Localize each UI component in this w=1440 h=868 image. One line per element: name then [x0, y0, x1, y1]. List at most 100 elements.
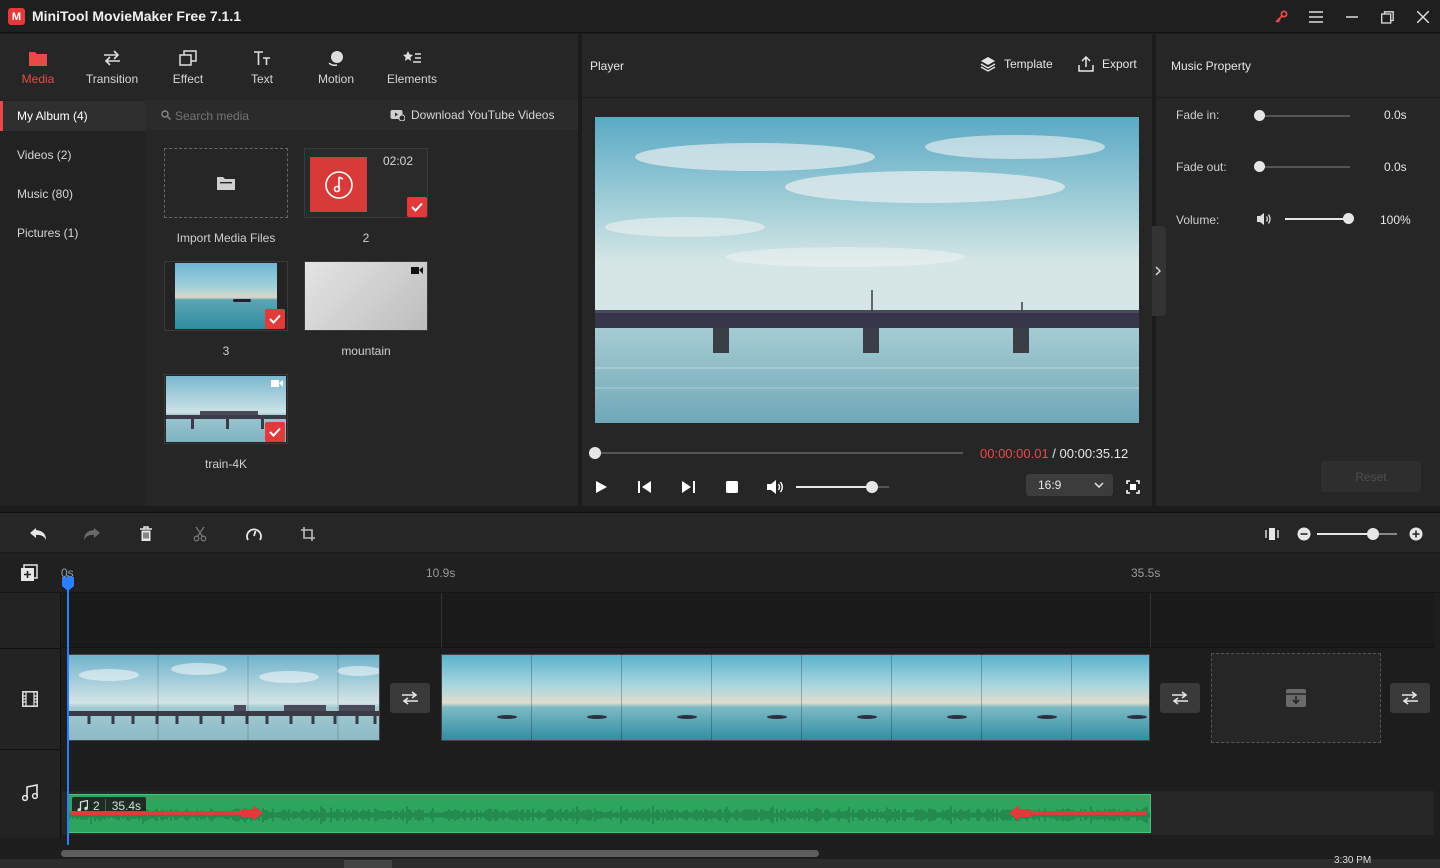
- media-item-name: train-4K: [204, 457, 248, 471]
- tab-text[interactable]: Text: [229, 46, 295, 96]
- aspect-ratio-select[interactable]: 16:9: [1026, 474, 1113, 496]
- fade-in-knob[interactable]: [1254, 110, 1265, 121]
- delete-button[interactable]: [134, 523, 158, 545]
- media-item-name: mountain: [341, 344, 391, 358]
- video-camera-icon: [411, 266, 423, 275]
- zoom-slider[interactable]: [1317, 533, 1397, 535]
- time-display: 00:00:00.01 / 00:00:35.12: [980, 446, 1129, 461]
- track-headers: [0, 593, 61, 838]
- close-icon[interactable]: [1412, 6, 1434, 28]
- previous-frame-button[interactable]: [633, 476, 657, 498]
- video-clip-image-3[interactable]: [441, 654, 1150, 741]
- media-item-music[interactable]: 02:02: [304, 148, 428, 218]
- fade-in-slider[interactable]: [1260, 115, 1350, 117]
- app-title: MiniTool MovieMaker Free 7.1.1: [32, 8, 242, 24]
- transition-slot-button[interactable]: [390, 683, 430, 713]
- current-time: 00:00:00.01: [980, 446, 1049, 461]
- tab-effect[interactable]: Effect: [155, 46, 221, 96]
- checkmark-icon[interactable]: [265, 422, 285, 442]
- video-preview[interactable]: [595, 117, 1139, 423]
- split-button[interactable]: [188, 523, 212, 545]
- taskbar-item[interactable]: [344, 860, 392, 868]
- music-property-panel: Music Property Fade in: 0.0s Fade out: 0…: [1152, 34, 1440, 506]
- property-volume-knob[interactable]: [1343, 213, 1354, 224]
- redo-button[interactable]: [80, 523, 104, 545]
- export-button[interactable]: Export: [1078, 56, 1137, 72]
- fullscreen-button[interactable]: [1121, 476, 1145, 498]
- collapse-panel-handle[interactable]: [1152, 226, 1166, 316]
- fit-timeline-button[interactable]: [1260, 523, 1284, 545]
- timeline-toolbar: [0, 512, 1440, 552]
- tab-motion[interactable]: Motion: [303, 46, 369, 96]
- play-button[interactable]: [589, 476, 613, 498]
- chevron-down-icon: [1094, 482, 1104, 488]
- download-youtube-button[interactable]: Download YouTube Videos: [390, 108, 554, 122]
- undo-button[interactable]: [26, 523, 50, 545]
- tab-elements[interactable]: Elements: [379, 46, 445, 96]
- property-volume-slider[interactable]: [1285, 218, 1349, 220]
- progress-knob[interactable]: [589, 447, 601, 459]
- sidebar-item-music[interactable]: Music (80): [0, 179, 145, 209]
- zoom-knob[interactable]: [1367, 528, 1379, 540]
- import-media-button[interactable]: [164, 148, 288, 218]
- swap-arrows-icon: [402, 691, 418, 705]
- timeline-ruler[interactable]: [0, 553, 1440, 593]
- playhead-line[interactable]: [67, 575, 69, 845]
- film-strip-icon: [22, 691, 38, 707]
- fade-out-knob[interactable]: [1254, 161, 1265, 172]
- trash-icon: [140, 526, 152, 541]
- sidebar-item-videos[interactable]: Videos (2): [0, 140, 145, 170]
- fade-out-value: 0.0s: [1384, 160, 1407, 174]
- fade-in-value: 0.0s: [1384, 108, 1407, 122]
- stop-button[interactable]: [720, 476, 744, 498]
- music-note-icon: [310, 157, 367, 212]
- taskbar: 3:30 PM: [0, 856, 1440, 868]
- key-icon[interactable]: [1270, 6, 1292, 28]
- sidebar-item-pictures[interactable]: Pictures (1): [0, 218, 145, 248]
- media-item-name: 3: [222, 344, 230, 358]
- scissors-icon: [193, 526, 207, 542]
- export-label: Export: [1102, 57, 1137, 71]
- speed-button[interactable]: [242, 523, 266, 545]
- media-item-video[interactable]: [164, 374, 288, 444]
- media-item-image[interactable]: [164, 261, 288, 331]
- template-button[interactable]: Template: [980, 56, 1053, 72]
- motion-icon: [328, 51, 343, 66]
- fade-out-slider[interactable]: [1260, 166, 1350, 168]
- tab-transition[interactable]: Transition: [79, 46, 145, 96]
- arrow-left-icon: [1009, 805, 1031, 821]
- next-frame-button[interactable]: [676, 476, 700, 498]
- sidebar-item-my-album[interactable]: My Album (4): [0, 101, 145, 131]
- progress-track[interactable]: [595, 452, 963, 454]
- import-media-label: Import Media Files: [176, 231, 276, 245]
- folder-icon: [29, 52, 47, 66]
- reset-button[interactable]: Reset: [1321, 461, 1421, 492]
- drop-media-slot[interactable]: [1211, 653, 1381, 743]
- zoom-in-button[interactable]: [1404, 523, 1428, 545]
- download-youtube-label: Download YouTube Videos: [411, 108, 555, 122]
- volume-button[interactable]: [763, 476, 787, 498]
- minimize-icon[interactable]: [1341, 6, 1363, 28]
- menu-icon[interactable]: [1305, 6, 1327, 28]
- transition-slot-button[interactable]: [1390, 683, 1430, 713]
- audio-clip[interactable]: 2 35.4s: [68, 794, 1151, 833]
- arrow-right-icon: [241, 805, 263, 821]
- transition-slot-button[interactable]: [1160, 683, 1200, 713]
- skip-forward-icon: [682, 481, 695, 493]
- download-cloud-icon: [390, 110, 405, 121]
- maximize-icon[interactable]: [1376, 6, 1398, 28]
- crop-button[interactable]: [296, 523, 320, 545]
- tab-media[interactable]: Media: [5, 46, 71, 96]
- volume-knob[interactable]: [866, 481, 879, 493]
- search-input[interactable]: [175, 107, 365, 124]
- add-track-button[interactable]: [20, 564, 38, 582]
- play-icon: [596, 481, 607, 493]
- zoom-out-button[interactable]: [1292, 523, 1316, 545]
- media-library: Download YouTube Videos Import Media Fil…: [145, 100, 578, 506]
- video-clip-train[interactable]: [68, 654, 380, 741]
- horizontal-scrollbar[interactable]: [61, 850, 819, 857]
- checkmark-icon[interactable]: [407, 197, 427, 217]
- playhead-handle-icon[interactable]: [62, 577, 74, 591]
- media-item-video[interactable]: [304, 261, 428, 331]
- checkmark-icon[interactable]: [265, 309, 285, 329]
